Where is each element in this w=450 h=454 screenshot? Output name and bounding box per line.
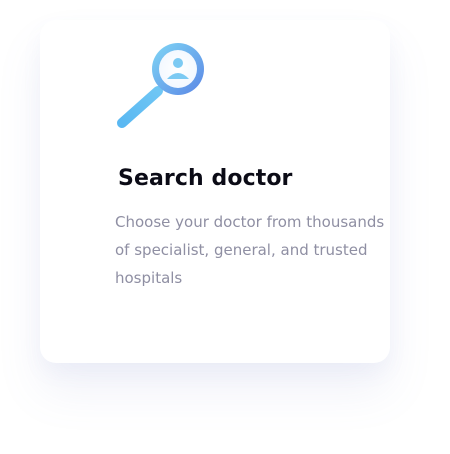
- doctor-search-icon: [112, 36, 212, 132]
- card-description: Choose your doctor from thousands of spe…: [115, 213, 385, 287]
- feature-showcase: Search doctor Choose your doctor from th…: [0, 0, 450, 454]
- card-title: Search doctor: [118, 166, 293, 191]
- feature-card: [40, 20, 390, 363]
